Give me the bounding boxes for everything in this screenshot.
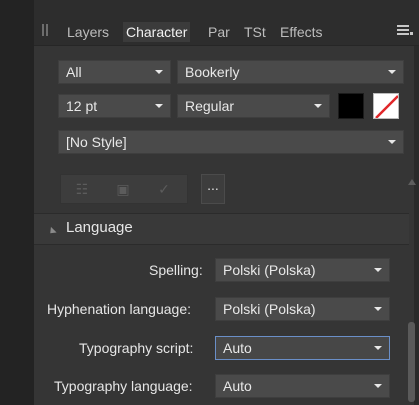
tab-bar: Layers Character Par TSt Effects [34, 0, 419, 46]
fill-color-swatch[interactable] [338, 93, 364, 119]
chevron-down-icon [374, 384, 382, 388]
hyphenation-language-dropdown[interactable]: Polski (Polska) [215, 297, 390, 321]
hyphenation-language-label: Hyphenation language: [47, 301, 192, 317]
text-style-value: [No Style] [66, 134, 127, 150]
chevron-down-icon [314, 104, 322, 108]
chevron-down-icon [155, 70, 163, 74]
edit-style-icon[interactable]: ✓ [146, 177, 182, 201]
tab-character[interactable]: Character [123, 22, 191, 42]
chevron-down-icon [374, 346, 382, 350]
chevron-down-icon [388, 70, 396, 74]
font-family-dropdown[interactable]: Bookerly [177, 60, 404, 84]
typography-language-dropdown[interactable]: Auto [215, 374, 390, 398]
scroll-up-arrow-icon[interactable] [408, 179, 416, 185]
spelling-label: Spelling: [149, 262, 203, 278]
font-style-value: Regular [185, 98, 235, 114]
panel-menu-icon[interactable] [397, 24, 413, 38]
text-style-dropdown[interactable]: [No Style] [58, 130, 404, 154]
font-size-value: 12 pt [66, 98, 98, 114]
style-tools-group: ☷ ▣ ✓ [60, 174, 188, 204]
scope-value: All [66, 64, 82, 80]
typography-language-value: Auto [223, 378, 252, 394]
no-color-slash-icon [375, 95, 398, 118]
stroke-color-swatch[interactable] [373, 93, 399, 119]
new-style-icon[interactable]: ▣ [105, 177, 141, 201]
spelling-dropdown[interactable]: Polski (Polska) [215, 258, 390, 282]
tab-paragraph[interactable]: Par [208, 22, 230, 42]
panel-grip-icon[interactable] [42, 24, 50, 36]
spelling-value: Polski (Polska) [223, 262, 316, 278]
font-style-dropdown[interactable]: Regular [177, 94, 330, 118]
chevron-down-icon [374, 307, 382, 311]
chevron-down-icon [155, 104, 163, 108]
tab-effects[interactable]: Effects [280, 22, 323, 42]
chevron-down-icon [388, 140, 396, 144]
vertical-scrollbar[interactable] [408, 322, 415, 402]
typography-script-dropdown[interactable]: Auto [215, 336, 390, 360]
language-section-title: Language [66, 219, 133, 236]
tab-layers[interactable]: Layers [67, 22, 109, 42]
chevron-down-icon [374, 268, 382, 272]
typography-language-label: Typography language: [54, 378, 193, 394]
typography-script-label: Typography script: [79, 340, 194, 356]
font-family-value: Bookerly [185, 64, 240, 80]
left-gutter [0, 0, 34, 405]
more-options-button[interactable]: ... [201, 174, 225, 204]
font-size-field[interactable]: 12 pt [58, 94, 171, 118]
hyphenation-language-value: Polski (Polska) [223, 301, 316, 317]
tab-text-styles[interactable]: TSt [244, 22, 266, 42]
typography-script-value: Auto [223, 340, 252, 356]
character-panel-window: Layers Character Par TSt Effects All Boo… [0, 0, 419, 405]
scope-dropdown[interactable]: All [58, 60, 171, 84]
link-style-icon[interactable]: ☷ [64, 177, 100, 201]
